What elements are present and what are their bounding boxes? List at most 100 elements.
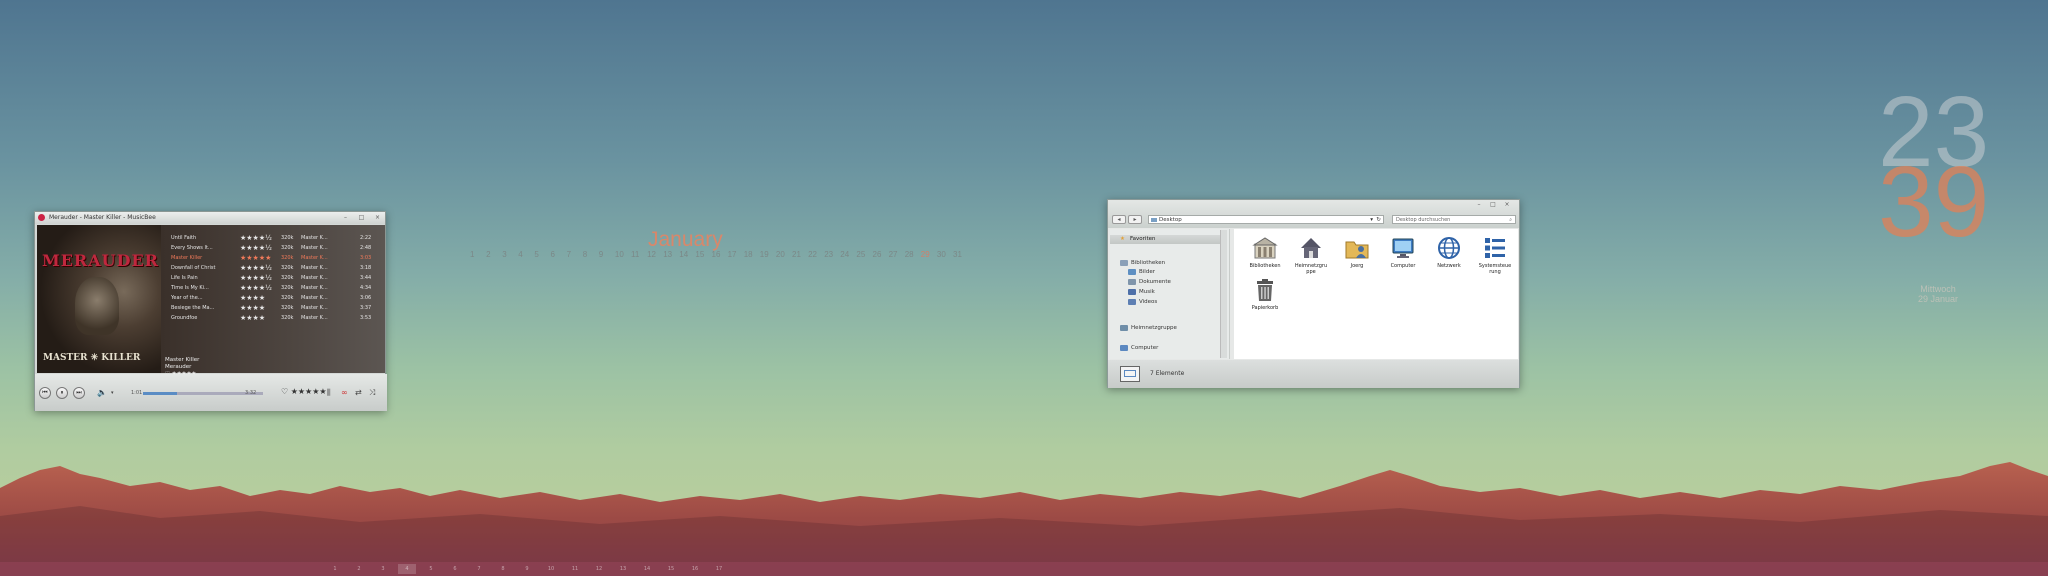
shuffle-icon[interactable]: ⤨ <box>369 388 375 398</box>
track-row[interactable]: Groundfoe ★★★★ 320k Master K... 3:53 <box>161 313 385 323</box>
calendar-day[interactable]: 27 <box>889 250 898 259</box>
track-row[interactable]: Until Faith ★★★★½ 320k Master K... 2:22 <box>161 233 385 243</box>
taskbar-item[interactable]: 8 <box>494 564 512 574</box>
taskbar-item[interactable]: 11 <box>566 564 584 574</box>
taskbar-item[interactable]: 17 <box>710 564 728 574</box>
musicbee-titlebar[interactable]: Merauder - Master Killer - MusicBee – □ … <box>35 212 385 224</box>
maximize-button[interactable]: □ <box>1488 202 1498 208</box>
calendar-day[interactable]: 21 <box>792 250 801 259</box>
calendar-day[interactable]: 6 <box>551 250 555 259</box>
sidebar-item-bibliotheken[interactable]: Bibliotheken <box>1120 259 1165 267</box>
desktop-item[interactable]: Computer <box>1382 235 1424 269</box>
calendar-day[interactable]: 10 <box>615 250 624 259</box>
equalizer-icon[interactable]: ⫼ <box>327 388 331 398</box>
calendar-day[interactable]: 26 <box>873 250 882 259</box>
desktop-item[interactable]: Papierkorb <box>1244 277 1286 311</box>
calendar-day[interactable]: 5 <box>534 250 538 259</box>
taskbar-item[interactable]: 12 <box>590 564 608 574</box>
track-row[interactable]: Downfall of Christ ★★★★½ 320k Master K... 3:… <box>161 263 385 273</box>
minimize-button[interactable]: – <box>341 214 350 221</box>
taskbar-item[interactable]: 7 <box>470 564 488 574</box>
sidebar-item-musik[interactable]: Musik <box>1128 288 1155 296</box>
calendar-day[interactable]: 28 <box>905 250 914 259</box>
taskbar-item[interactable]: 9 <box>518 564 536 574</box>
taskbar-item[interactable]: 4 <box>398 564 416 574</box>
calendar-day[interactable]: 11 <box>631 250 639 259</box>
sidebar-item-videos[interactable]: Videos <box>1128 298 1157 306</box>
calendar-day[interactable]: 14 <box>679 250 688 259</box>
calendar-day[interactable]: 9 <box>599 250 603 259</box>
taskbar-item[interactable]: 3 <box>374 564 392 574</box>
calendar-day[interactable]: 16 <box>712 250 721 259</box>
taskbar-item[interactable]: 14 <box>638 564 656 574</box>
explorer-titlebar[interactable]: – □ × ◂ ▸ Desktop ▾ ↻ Desktop durchsuche… <box>1108 200 1519 228</box>
track-rating[interactable]: ♡ ★★★★★ <box>281 387 327 396</box>
lastfm-icon[interactable]: ∞ <box>341 388 348 397</box>
search-input[interactable]: Desktop durchsuchen ⌕ <box>1392 215 1516 224</box>
navigation-scrollbar[interactable] <box>1220 230 1227 358</box>
calendar-day[interactable]: 3 <box>502 250 506 259</box>
taskbar-item[interactable]: 5 <box>422 564 440 574</box>
back-button[interactable]: ◂ <box>1112 215 1126 224</box>
sidebar-item-favorites[interactable]: ★ Favoriten <box>1110 235 1220 244</box>
volume-dropdown-icon[interactable]: ▾ <box>111 390 114 396</box>
taskbar-item[interactable]: 6 <box>446 564 464 574</box>
track-row[interactable]: Master Killer ★★★★★ 320k Master K... 3:03 <box>161 253 385 263</box>
close-button[interactable]: × <box>1502 202 1512 208</box>
taskbar-item[interactable]: 13 <box>614 564 632 574</box>
desktop-item[interactable]: Systemsteue rung <box>1474 235 1516 275</box>
sidebar-item-dokumente[interactable]: Dokumente <box>1128 278 1171 286</box>
maximize-button[interactable]: □ <box>357 214 366 221</box>
calendar-day[interactable]: 29 <box>921 250 930 259</box>
calendar-day[interactable]: 19 <box>760 250 769 259</box>
track-row[interactable]: Time Is My Ki... ★★★★½ 320k Master K... 4:34 <box>161 283 385 293</box>
next-button[interactable]: ⏭ <box>73 387 85 399</box>
sidebar-item-heimnetzgruppe[interactable]: Heimnetzgruppe <box>1120 324 1177 332</box>
address-dropdown-icon[interactable]: ▾ <box>1370 216 1373 224</box>
address-text: Desktop <box>1159 217 1182 223</box>
calendar-day[interactable]: 31 <box>953 250 962 259</box>
calendar-day[interactable]: 30 <box>937 250 946 259</box>
desktop-item[interactable]: Bibliotheken <box>1244 235 1286 269</box>
calendar-day[interactable]: 1 <box>470 250 474 259</box>
track-row[interactable]: Year of the... ★★★★ 320k Master K... 3:06 <box>161 293 385 303</box>
pause-button[interactable]: ⏸ <box>56 387 68 399</box>
calendar-day[interactable]: 12 <box>647 250 656 259</box>
calendar-day[interactable]: 23 <box>824 250 833 259</box>
track-row[interactable]: Life Is Pain ★★★★½ 320k Master K... 3:44 <box>161 273 385 283</box>
calendar-day[interactable]: 15 <box>695 250 704 259</box>
taskbar-item[interactable]: 1 <box>326 564 344 574</box>
address-bar[interactable]: Desktop ▾ ↻ <box>1148 215 1384 224</box>
calendar-day[interactable]: 7 <box>567 250 571 259</box>
minimize-button[interactable]: – <box>1474 202 1484 208</box>
calendar-day[interactable]: 18 <box>744 250 753 259</box>
search-icon[interactable]: ⌕ <box>1509 216 1512 224</box>
calendar-day[interactable]: 13 <box>663 250 672 259</box>
calendar-day[interactable]: 22 <box>808 250 817 259</box>
taskbar-item[interactable]: 15 <box>662 564 680 574</box>
taskbar-item[interactable]: 16 <box>686 564 704 574</box>
taskbar-item[interactable]: 2 <box>350 564 368 574</box>
forward-button[interactable]: ▸ <box>1128 215 1142 224</box>
calendar-day[interactable]: 8 <box>583 250 587 259</box>
calendar-day[interactable]: 24 <box>840 250 849 259</box>
volume-icon[interactable]: 🔈 <box>97 388 107 397</box>
calendar-day[interactable]: 2 <box>486 250 490 259</box>
sidebar-item-bilder[interactable]: Bilder <box>1128 268 1155 276</box>
sidebar-item-computer[interactable]: Computer <box>1120 344 1158 352</box>
track-row[interactable]: Every Shows It... ★★★★½ 320k Master K... 2:4… <box>161 243 385 253</box>
taskbar-item[interactable]: 10 <box>542 564 560 574</box>
previous-button[interactable]: ⏮ <box>39 387 51 399</box>
desktop-item[interactable]: Joerg <box>1336 235 1378 269</box>
seek-progress <box>143 392 177 395</box>
calendar-day[interactable]: 25 <box>856 250 865 259</box>
calendar-day[interactable]: 4 <box>518 250 522 259</box>
desktop-item[interactable]: Netzwerk <box>1428 235 1470 269</box>
close-button[interactable]: × <box>373 214 382 221</box>
desktop-item[interactable]: Heimnetzgru ppe <box>1290 235 1332 275</box>
repeat-icon[interactable]: ⇄ <box>355 388 362 397</box>
track-row[interactable]: Besiege the Ma... ★★★★ 320k Master K... 3:37 <box>161 303 385 313</box>
refresh-icon[interactable]: ↻ <box>1376 216 1381 224</box>
calendar-day[interactable]: 20 <box>776 250 785 259</box>
calendar-day[interactable]: 17 <box>728 250 737 259</box>
